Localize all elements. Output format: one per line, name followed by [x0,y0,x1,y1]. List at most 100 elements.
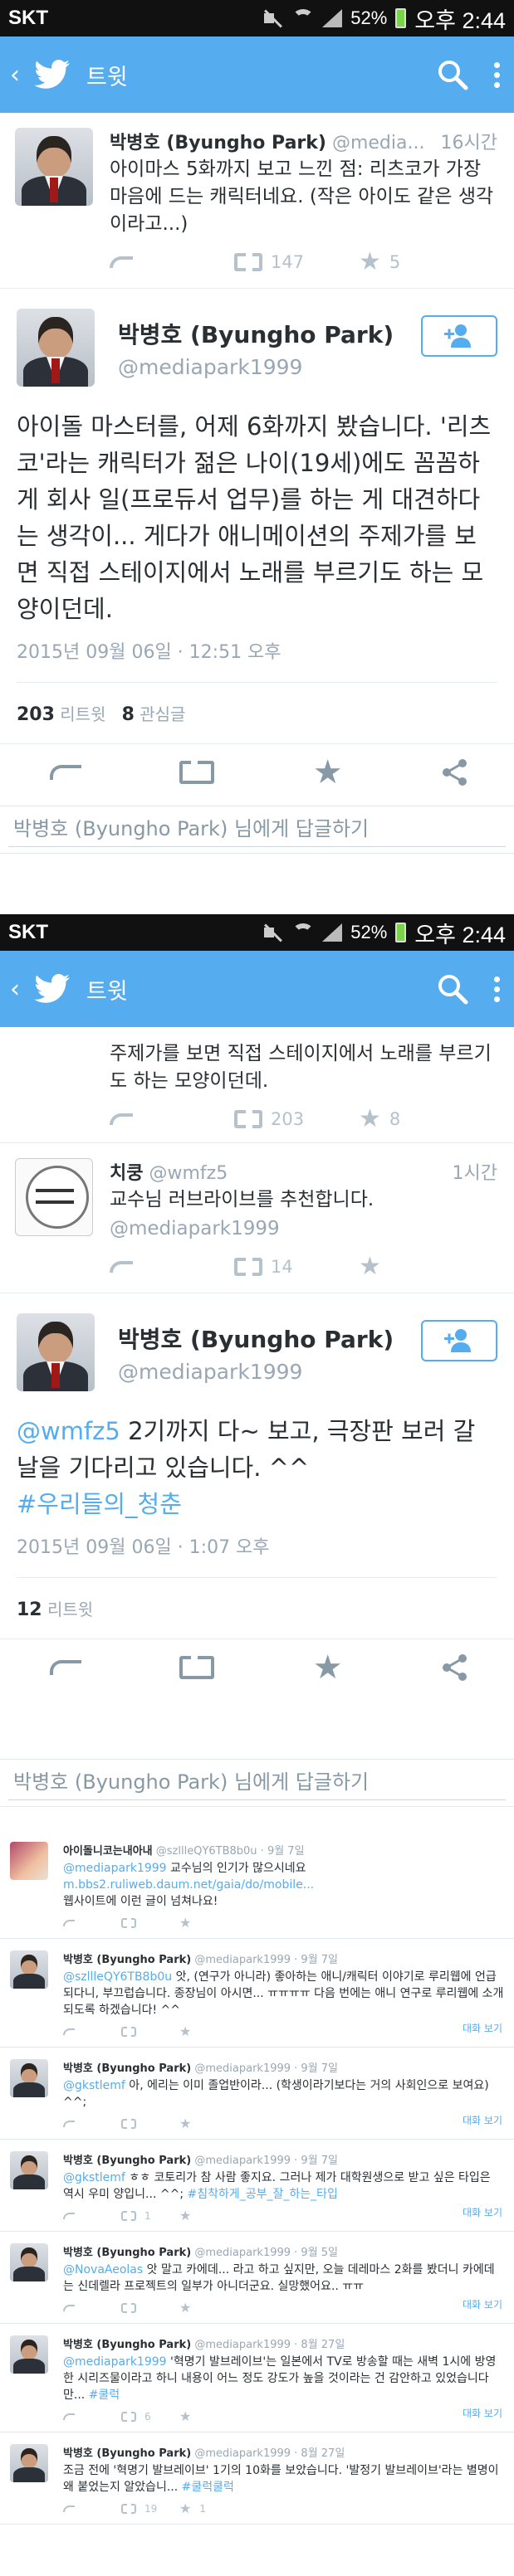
avatar[interactable] [10,1842,48,1880]
retweet-icon[interactable] [121,2301,136,2315]
favorite-icon[interactable]: ★ [313,756,343,789]
favorite-icon[interactable]: ★ [179,2025,191,2038]
avatar[interactable] [17,1313,95,1391]
retweet-icon[interactable] [234,1256,262,1278]
retweet-count: 6 [144,2411,151,2423]
back-icon[interactable]: ‹ [10,61,27,90]
favorite-icon[interactable]: ★ [179,2502,191,2515]
author-name[interactable]: 박병호 (Byungho Park) [118,1322,421,1355]
back-icon[interactable]: ‹ [10,975,27,1004]
tweet-text: @gkstlemf ㅎㅎ 코토리가 참 사람 좋지요. 그러나 제가 대학원생으… [63,2169,504,2203]
avatar[interactable] [15,128,93,206]
retweet-icon[interactable] [121,2502,136,2515]
retweet-icon[interactable] [234,251,262,273]
view-conversation-link[interactable]: 대화 보기 [463,2297,502,2311]
reply-icon[interactable] [50,765,81,780]
retweet-icon[interactable] [121,2025,136,2038]
avatar[interactable] [10,2059,48,2097]
reply-icon[interactable] [63,2505,75,2512]
favorite-icon[interactable]: ★ [179,2209,191,2223]
author-name[interactable]: 박병호 (Byungho Park) [118,317,421,350]
hashtag-link[interactable]: #우리들의_청춘 [17,1490,182,1518]
reply-input[interactable]: 박병호 (Byungho Park) 님에게 답글하기 [8,1765,506,1800]
reply-icon[interactable] [63,2121,75,2127]
reply-icon[interactable] [110,1113,133,1125]
view-conversation-link[interactable]: 대화 보기 [463,2021,502,2035]
avatar[interactable] [10,1950,48,1989]
twitter-bird-icon[interactable] [33,974,71,1004]
favorite-icon[interactable]: ★ [359,250,381,275]
list-item[interactable]: 박병호 (Byungho Park) @mediapark1999 · 8월 2… [0,2432,514,2525]
tweet-text: @wmfz5 2기까지 다~ 보고, 극장판 보러 갈 날을 기다리고 있습니다… [17,1413,497,1522]
view-conversation-link[interactable]: 대화 보기 [463,2113,502,2127]
author-handle[interactable]: @mediapark1999 [118,355,421,379]
author-handle[interactable]: @mediapark1999 [118,1360,421,1384]
retweet-icon[interactable] [121,2209,136,2223]
mention-link[interactable]: @NovaAeolas [63,2263,143,2277]
hashtag-link[interactable]: #쿨럭쿨럭 [182,2481,234,2494]
retweet-icon[interactable] [121,2410,136,2423]
retweet-icon[interactable] [234,1108,262,1130]
avatar[interactable] [10,2243,48,2281]
favorite-icon[interactable]: ★ [179,2117,191,2130]
avatar[interactable] [10,2444,48,2482]
mention-link[interactable]: @gkstlemf [63,2171,125,2184]
reply-icon[interactable] [63,1920,75,1926]
favorite-icon[interactable]: ★ [313,1651,343,1684]
reply-icon[interactable] [50,1660,81,1675]
avatar[interactable] [17,309,95,387]
list-item[interactable]: 박병호 (Byungho Park) @mediapark1999 · 9월 7… [0,2140,514,2232]
favorite-icon[interactable]: ★ [359,1254,381,1279]
mention[interactable]: @mediapark1999 [110,1215,497,1243]
mention-link[interactable]: @mediapark1999 [63,1862,167,1875]
list-item[interactable]: 박병호 (Byungho Park) @mediapark1999 · 8월 2… [0,2324,514,2432]
list-item[interactable]: 아이돌니코는내아내 @szllleQY6TB8b0u · 9월 7일 @media… [0,1830,514,1939]
list-item[interactable]: 박병호 (Byungho Park) @mediapark1999 · 9월 5… [0,2232,514,2324]
retweet-icon[interactable] [121,2117,136,2130]
reply-icon[interactable] [63,2213,75,2219]
reply-icon[interactable] [63,2028,75,2035]
list-item[interactable]: 박병호 (Byungho Park) @mediapark1999 · 9월 7… [0,2048,514,2140]
author-handle: @mediapark1999 · 9월 7일 [194,2062,339,2075]
share-icon[interactable] [441,1653,469,1682]
favorite-icon[interactable]: ★ [359,1107,381,1132]
reply-tweet[interactable]: 치쿵 @wmfz5 교수님 러브라이브를 추천합니다. @mediapark19… [0,1143,514,1293]
search-icon[interactable] [436,58,469,91]
share-icon[interactable] [441,758,469,786]
list-item[interactable]: 박병호 (Byungho Park) @mediapark1999 · 9월 7… [0,1939,514,2048]
view-conversation-link[interactable]: 대화 보기 [463,2406,502,2420]
avatar[interactable] [10,2335,48,2374]
retweet-icon[interactable] [121,1916,136,1930]
reply-icon[interactable] [63,2305,75,2311]
twitter-bird-icon[interactable] [33,60,71,90]
mention-link[interactable]: @mediapark1999 [63,2355,167,2369]
hashtag-link[interactable]: #침착하게_공부_잘_하는_타입 [188,2188,338,2201]
scrolled-tweet[interactable]: 주제가를 보면 직접 스테이지에서 노래를 부르기도 하는 모양이던데. 203… [0,1027,514,1143]
favorite-count[interactable]: 8 [122,704,135,725]
follow-button[interactable] [421,1320,497,1361]
retweet-icon[interactable] [179,759,215,784]
retweet-count[interactable]: 203 [17,704,55,725]
favorite-icon[interactable]: ★ [179,1916,191,1930]
previous-tweet[interactable]: 박병호 (Byungho Park) @media... 아이마스 5화까지 보… [0,113,514,289]
avatar[interactable] [15,1158,93,1236]
reply-icon[interactable] [110,1261,133,1273]
reply-input[interactable]: 박병호 (Byungho Park) 님에게 답글하기 [8,812,506,847]
url-link[interactable]: m.bbs2.ruliweb.daum.net/gaia/do/mobile..… [63,1878,314,1892]
mention-link[interactable]: @szllleQY6TB8b0u [63,1970,172,1984]
mention-link[interactable]: @gkstlemf [63,2079,125,2092]
reply-icon[interactable] [63,2413,75,2420]
overflow-menu-icon[interactable] [494,976,501,1002]
search-icon[interactable] [436,972,469,1006]
mention-link[interactable]: @wmfz5 [17,1417,120,1445]
retweet-count[interactable]: 12 [17,1600,42,1620]
follow-button[interactable] [421,315,497,357]
overflow-menu-icon[interactable] [494,61,501,88]
retweet-icon[interactable] [179,1654,215,1679]
avatar[interactable] [10,2151,48,2189]
view-conversation-link[interactable]: 대화 보기 [463,2205,502,2219]
hashtag-link[interactable]: #쿨럭 [89,2389,120,2402]
favorite-icon[interactable]: ★ [179,2410,191,2423]
reply-icon[interactable] [110,256,133,268]
favorite-icon[interactable]: ★ [179,2301,191,2315]
